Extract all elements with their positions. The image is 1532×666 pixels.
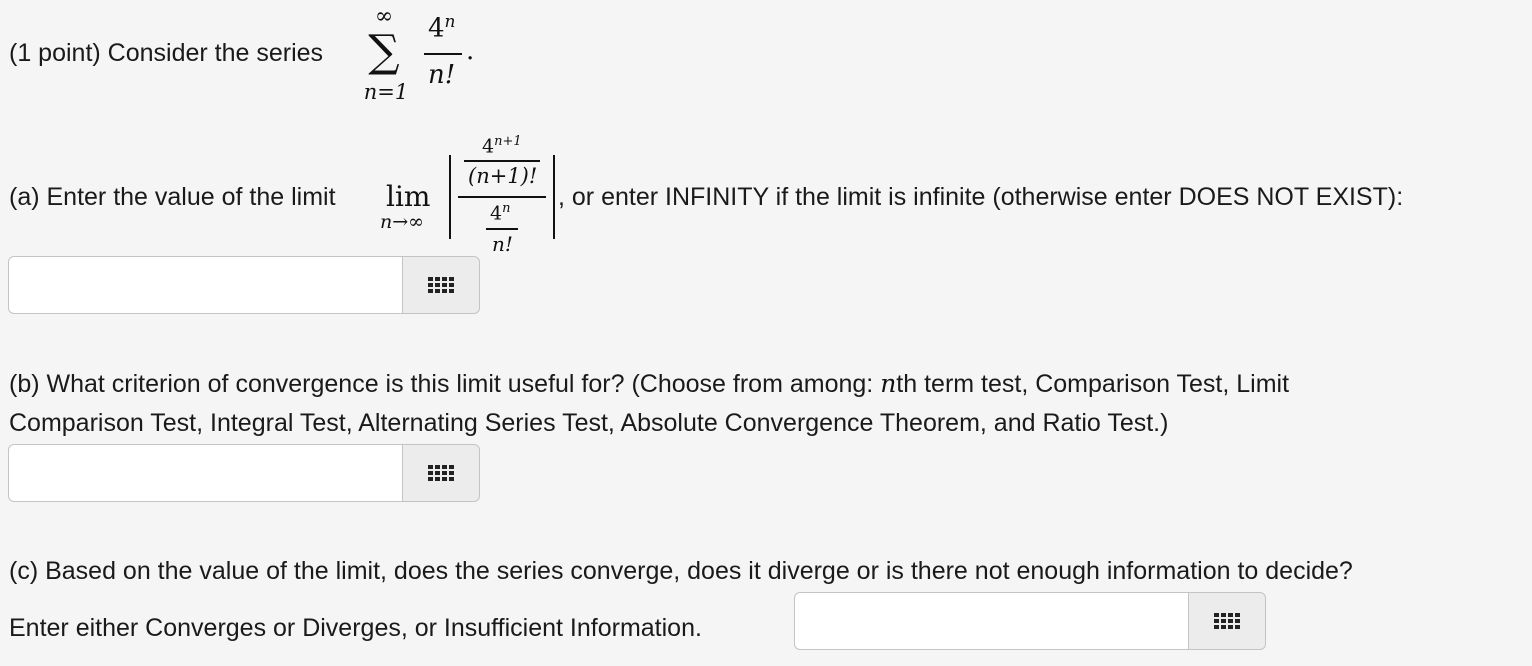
sum-sigma-symbol: ∑ — [368, 26, 400, 77]
series-fraction-bar — [424, 53, 462, 55]
part-c-question-line1: (c) Based on the value of the limit, doe… — [9, 557, 1353, 585]
nth-symbol: n — [880, 369, 897, 398]
limit-subscript: n→∞ — [380, 211, 424, 233]
main-fraction-bar — [458, 196, 546, 198]
part-a-suffix: , or enter INFINITY if the limit is infi… — [558, 183, 1404, 211]
part-b-question-line2: Comparison Test, Integral Test, Alternat… — [9, 409, 1169, 437]
keypad-grid-icon — [428, 465, 454, 481]
part-b-answer-input[interactable] — [8, 444, 402, 502]
series-period: . — [466, 36, 475, 66]
bottom-fraction-bar — [486, 228, 518, 230]
keypad-grid-icon — [1214, 613, 1240, 629]
part-a-answer-input[interactable] — [8, 256, 402, 314]
top-fraction-denominator: (n+1)! — [468, 164, 538, 188]
series-denominator: n! — [428, 60, 456, 90]
part-a-prefix: (a) Enter the value of the limit — [9, 183, 336, 211]
part-c-question-line2: Enter either Converges or Diverges, or I… — [9, 614, 702, 642]
bottom-fraction-denominator: n! — [492, 232, 513, 256]
top-fraction-bar — [464, 160, 540, 162]
intro-text: (1 point) Consider the series — [9, 39, 324, 67]
part-c-answer-input[interactable] — [794, 592, 1188, 650]
keypad-grid-icon — [428, 277, 454, 293]
series-numerator: 4n — [428, 12, 456, 44]
limit-word: lim — [386, 180, 431, 213]
part-c-keypad-button[interactable] — [1188, 592, 1266, 650]
part-a-answer-group — [8, 256, 480, 314]
part-b-question-line1: (b) What criterion of convergence is thi… — [9, 369, 1290, 398]
abs-bar-left — [449, 155, 451, 239]
part-b-answer-group — [8, 444, 480, 502]
top-fraction-numerator: 4n+1 — [482, 134, 522, 158]
bottom-fraction-numerator: 4n — [490, 201, 511, 225]
part-b-keypad-button[interactable] — [402, 444, 480, 502]
part-a-keypad-button[interactable] — [402, 256, 480, 314]
sum-lower-limit: n=1 — [363, 80, 409, 104]
part-c-answer-group — [794, 592, 1266, 650]
abs-bar-right — [553, 155, 555, 239]
